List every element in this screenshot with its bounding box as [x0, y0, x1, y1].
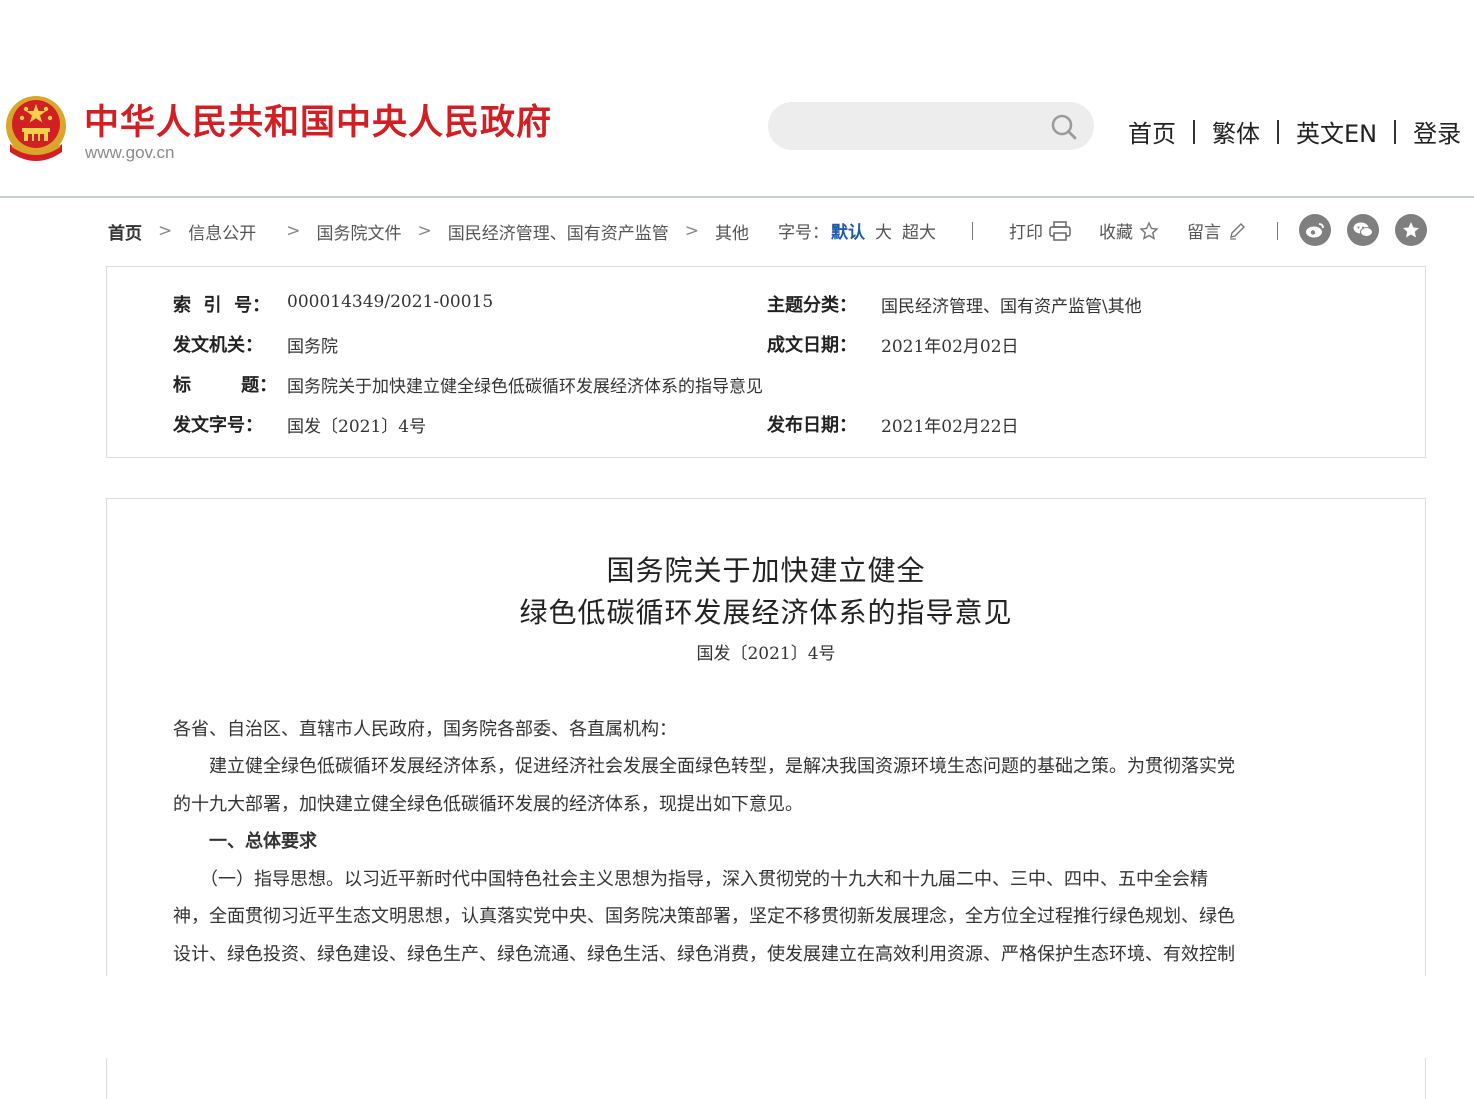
printer-icon	[1049, 220, 1071, 241]
article-title-line1: 国务院关于加快建立健全	[606, 554, 926, 587]
breadcrumb: 首页 > 信息公开 > 国务院文件 > 国民经济管理、国有资产监管 > 其他	[108, 218, 749, 244]
paragraph-line: 神，全面贯彻习近平生态文明思想，认真落实党中央、国务院决策部署，坚定不移贯彻新发…	[173, 906, 1235, 927]
nav-english-link[interactable]: 英文EN	[1296, 114, 1377, 149]
doc-number-label: 发文字号：	[173, 415, 263, 436]
star-icon	[1139, 220, 1159, 240]
topic-label: 主题分类：	[767, 295, 857, 316]
topic-value: 国民经济管理、国有资产监管\其他	[881, 297, 1142, 317]
font-size-large[interactable]: 大	[875, 218, 892, 243]
issuer-label: 发文机关：	[173, 335, 263, 356]
national-emblem-icon[interactable]	[4, 94, 68, 162]
print-button[interactable]: 打印	[1009, 218, 1071, 243]
salutation: 各省、自治区、直辖市人民政府，国务院各部委、各直属机构：	[173, 719, 677, 740]
breadcrumb-item[interactable]: 国务院文件	[317, 219, 402, 244]
chevron-right-icon: >	[158, 221, 173, 241]
tools-divider	[972, 221, 973, 240]
comment-button[interactable]: 留言	[1187, 218, 1247, 243]
published-date-value: 2021年02月22日	[881, 417, 1019, 437]
article-tools: 打印 收藏 留言	[972, 218, 1278, 243]
index-label: 索 引 号：	[173, 295, 271, 316]
created-date-label: 成文日期：	[767, 335, 857, 356]
issuer-value: 国务院	[287, 337, 338, 357]
breadcrumb-home[interactable]: 首页	[108, 219, 142, 244]
nav-divider	[1193, 119, 1195, 144]
title-label: 标 题：	[173, 375, 278, 396]
share-buttons	[1299, 214, 1443, 246]
font-size-default[interactable]: 默认	[831, 218, 865, 243]
paragraph-line: 的十九大部署，加快建立健全绿色低碳循环发展的经济体系，现提出如下意见。	[173, 794, 803, 815]
site-title[interactable]: 中华人民共和国中央人民政府	[84, 94, 552, 145]
index-value: 000014349/2021-00015	[287, 292, 494, 312]
breadcrumb-item[interactable]: 其他	[715, 219, 749, 244]
pencil-icon	[1230, 222, 1245, 240]
chevron-right-icon: >	[286, 221, 301, 241]
nav-home-link[interactable]: 首页	[1128, 114, 1176, 149]
document-info-box: 索 引 号： 000014349/2021-00015 主题分类： 国民经济管理…	[106, 266, 1426, 458]
wechat-icon[interactable]	[1347, 214, 1379, 246]
paragraph-line: 设计、绿色投资、绿色建设、绿色生产、绿色流通、绿色生活、绿色消费，使发展建立在高…	[173, 944, 1235, 965]
search-box	[768, 102, 1094, 150]
font-size-xlarge[interactable]: 超大	[902, 218, 936, 243]
site-header: 中华人民共和国中央人民政府 www.gov.cn 首页 繁体 英文EN 登录	[0, 0, 1474, 198]
chevron-right-icon: >	[417, 221, 432, 241]
favorite-button[interactable]: 收藏	[1099, 218, 1159, 243]
nav-divider	[1277, 119, 1279, 144]
section-heading: 一、总体要求	[173, 831, 317, 852]
doc-number-value: 国发〔2021〕4号	[287, 417, 427, 437]
chevron-right-icon: >	[684, 221, 699, 241]
site-domain: www.gov.cn	[85, 143, 175, 162]
published-date-label: 发布日期：	[767, 415, 857, 436]
print-label: 打印	[1009, 223, 1043, 243]
article-doc-number: 国发〔2021〕4号	[696, 644, 836, 664]
breadcrumb-item[interactable]: 信息公开	[188, 219, 256, 244]
comment-label: 留言	[1187, 223, 1221, 243]
paragraph-line: （一）指导思想。以习近平新时代中国特色社会主义思想为指导，深入贯彻党的十九大和十…	[173, 869, 1208, 890]
page-cutoff	[0, 976, 1474, 1058]
tools-divider	[1277, 221, 1278, 240]
breadcrumb-item[interactable]: 国民经济管理、国有资产监管	[448, 219, 669, 244]
nav-divider	[1394, 119, 1397, 144]
favorite-label: 收藏	[1099, 223, 1133, 243]
created-date-value: 2021年02月02日	[881, 337, 1019, 357]
article-title-line2: 绿色低碳循环发展经济体系的指导意见	[519, 596, 1013, 629]
nav-login-link[interactable]: 登录	[1413, 114, 1461, 149]
paragraph-line: 建立健全绿色低碳循环发展经济体系，促进经济社会发展全面绿色转型，是解决我国资源环…	[173, 756, 1235, 777]
nav-traditional-link[interactable]: 繁体	[1212, 114, 1260, 149]
star-share-icon[interactable]	[1395, 214, 1427, 246]
title-value: 国务院关于加快建立健全绿色低碳循环发展经济体系的指导意见	[287, 377, 763, 397]
search-input[interactable]	[788, 110, 1042, 144]
font-size-switcher: 字号： 默认 大 超大	[778, 218, 936, 243]
font-size-label: 字号：	[778, 223, 829, 243]
top-nav: 首页 繁体 英文EN 登录	[1128, 114, 1474, 149]
search-icon[interactable]	[1050, 113, 1078, 141]
weibo-icon[interactable]	[1299, 214, 1331, 246]
